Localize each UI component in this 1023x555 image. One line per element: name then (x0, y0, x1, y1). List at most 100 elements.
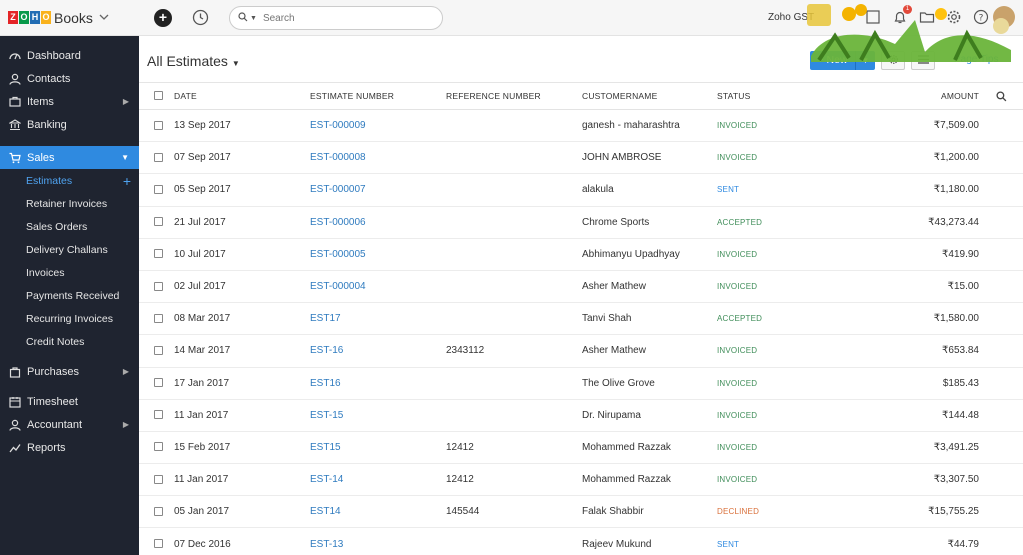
row-checkbox[interactable] (154, 378, 163, 388)
sidebar-sub-label: Credit Notes (26, 335, 85, 348)
cell-estimate-number-link[interactable]: EST-16 (310, 335, 343, 366)
sidebar-item-timesheet[interactable]: Timesheet (0, 390, 139, 413)
sidebar-sub-label: Payments Received (26, 289, 120, 302)
bank-icon (8, 118, 22, 132)
cell-estimate-number-link[interactable]: EST16 (310, 368, 341, 399)
row-checkbox[interactable] (154, 345, 163, 355)
cart-icon (8, 95, 22, 109)
sidebar-sub-retainer-invoices[interactable]: Retainer Invoices (0, 192, 139, 215)
cell-date: 05 Jan 2017 (174, 506, 230, 518)
sidebar-sub-payments-received[interactable]: Payments Received (0, 284, 139, 307)
search-scope-dropdown-icon[interactable]: ▼ (250, 15, 257, 22)
recent-activity-icon[interactable] (192, 9, 209, 26)
cell-date: 21 Jul 2017 (174, 216, 226, 228)
sidebar-item-reports[interactable]: Reports (0, 436, 139, 459)
logo-letter: Z (8, 11, 18, 24)
table-row[interactable]: 10 Jul 2017 EST-000005 Abhimanyu Upadhyay I… (139, 239, 1023, 271)
sidebar-item-banking[interactable]: Banking (0, 113, 139, 136)
cell-estimate-number-link[interactable]: EST14 (310, 496, 341, 527)
accountant-icon (8, 418, 22, 432)
cell-estimate-number-link[interactable]: EST-15 (310, 400, 343, 431)
sidebar-item-purchases[interactable]: Purchases ▶ (0, 360, 139, 383)
cell-estimate-number-link[interactable]: EST-000005 (310, 239, 366, 270)
column-header-estimate-number[interactable]: ESTIMATE NUMBER (310, 83, 394, 109)
select-all-checkbox[interactable] (154, 91, 163, 100)
row-checkbox[interactable] (154, 539, 163, 549)
cell-estimate-number-link[interactable]: EST-000007 (310, 174, 366, 205)
table-row[interactable]: 05 Sep 2017 EST-000007 alakula SENT ₹1,180.0… (139, 174, 1023, 207)
cell-customer-name: The Olive Grove (582, 377, 655, 389)
sidebar-sub-label: Estimates (26, 174, 73, 187)
sidebar-sub-recurring-invoices[interactable]: Recurring Invoices (0, 307, 139, 330)
table-row[interactable]: 11 Jan 2017 EST-14 12412 Mohammed Razzak INV… (139, 464, 1023, 497)
table-row[interactable]: 14 Mar 2017 EST-16 2343112 Asher Mathew INVO… (139, 335, 1023, 368)
search-icon[interactable] (996, 91, 1007, 102)
chevron-right-icon: ▶ (122, 97, 129, 106)
sidebar-sub-label: Recurring Invoices (26, 312, 113, 325)
cell-estimate-number-link[interactable]: EST-000004 (310, 271, 366, 302)
status-badge: INVOICED (717, 410, 758, 420)
row-checkbox[interactable] (154, 506, 163, 516)
sidebar-item-sales[interactable]: Sales ▼ (0, 146, 139, 169)
table-row[interactable]: 07 Dec 2016 EST-13 Rajeev Mukund SENT ₹44.79 (139, 528, 1023, 555)
cell-date: 11 Jan 2017 (174, 474, 229, 486)
cell-customer-name: Asher Mathew (582, 345, 646, 357)
sidebar-item-contacts[interactable]: Contacts (0, 67, 139, 90)
sidebar-sub-delivery-challans[interactable]: Delivery Challans (0, 238, 139, 261)
cell-estimate-number-link[interactable]: EST-000008 (310, 142, 366, 173)
table-row[interactable]: 13 Sep 2017 EST-000009 ganesh - maharashtr… (139, 110, 1023, 143)
row-checkbox[interactable] (154, 474, 163, 484)
sidebar-sub-invoices[interactable]: Invoices (0, 261, 139, 284)
brand-switcher[interactable]: Z O H O Books (0, 0, 139, 36)
cell-estimate-number-link[interactable]: EST-14 (310, 464, 343, 495)
cell-estimate-number-link[interactable]: EST-13 (310, 528, 343, 555)
table-row[interactable]: 21 Jul 2017 EST-000006 Chrome Sports ACCEPT… (139, 207, 1023, 239)
cell-estimate-number-link[interactable]: EST15 (310, 432, 341, 463)
sidebar-item-dashboard[interactable]: Dashboard (0, 44, 139, 67)
row-checkbox[interactable] (154, 120, 163, 130)
table-row[interactable]: 11 Jan 2017 EST-15 Dr. Nirupama INVOICED ₹14… (139, 400, 1023, 432)
cell-date: 10 Jul 2017 (174, 248, 226, 260)
column-header-reference-number[interactable]: REFERENCE NUMBER (446, 83, 541, 109)
table-row[interactable]: 02 Jul 2017 EST-000004 Asher Mathew INVOICE… (139, 271, 1023, 304)
sidebar-item-accountant[interactable]: Accountant ▶ (0, 413, 139, 436)
sidebar-sub-estimates[interactable]: Estimates + (0, 169, 139, 192)
column-header-customer-name[interactable]: CUSTOMERNAME (582, 83, 657, 109)
column-header-status[interactable]: STATUS (717, 83, 750, 109)
sidebar-item-label: Accountant (27, 418, 83, 431)
sidebar-sub-label: Retainer Invoices (26, 197, 108, 210)
chevron-down-icon: ▼ (121, 153, 129, 162)
column-header-amount[interactable]: AMOUNT (941, 83, 979, 109)
table-row[interactable]: 17 Jan 2017 EST16 The Olive Grove INVOICED $… (139, 368, 1023, 400)
page-title: All Estimates (147, 53, 228, 69)
row-checkbox[interactable] (154, 152, 163, 162)
sidebar-sub-sales-orders[interactable]: Sales Orders (0, 215, 139, 238)
page-title-view-switcher[interactable]: All Estimates ▼ (147, 53, 240, 69)
row-checkbox[interactable] (154, 281, 163, 291)
cell-estimate-number-link[interactable]: EST-000009 (310, 110, 366, 141)
reports-icon (8, 441, 22, 455)
row-checkbox[interactable] (154, 442, 163, 452)
cell-estimate-number-link[interactable]: EST-000006 (310, 207, 366, 238)
row-checkbox[interactable] (154, 249, 163, 259)
chevron-down-icon[interactable] (99, 12, 109, 23)
row-checkbox[interactable] (154, 184, 163, 194)
add-estimate-icon[interactable]: + (123, 173, 131, 189)
row-checkbox[interactable] (154, 410, 163, 420)
cell-estimate-number-link[interactable]: EST17 (310, 303, 341, 334)
row-checkbox[interactable] (154, 217, 163, 227)
sidebar-item-items[interactable]: Items ▶ (0, 90, 139, 113)
cell-amount: ₹3,307.50 (933, 474, 979, 486)
table-row[interactable]: 05 Jan 2017 EST14 145544 Falak Shabbir DECLI… (139, 496, 1023, 529)
quick-create-icon[interactable]: + (154, 9, 172, 27)
table-row[interactable]: 08 Mar 2017 EST17 Tanvi Shah ACCEPTED ₹1,580… (139, 303, 1023, 336)
row-checkbox[interactable] (154, 313, 163, 323)
table-row[interactable]: 15 Feb 2017 EST15 12412 Mohammed Razzak INVO… (139, 432, 1023, 465)
search-input[interactable] (262, 12, 423, 24)
cell-amount: ₹419.90 (942, 248, 979, 260)
column-header-date[interactable]: DATE (174, 83, 197, 109)
cell-amount: ₹44.79 (947, 538, 979, 550)
table-row[interactable]: 07 Sep 2017 EST-000008 JOHN AMBROSE INVOICE… (139, 142, 1023, 175)
sidebar-sub-credit-notes[interactable]: Credit Notes (0, 330, 139, 353)
search-box[interactable]: ▼ (229, 6, 443, 30)
